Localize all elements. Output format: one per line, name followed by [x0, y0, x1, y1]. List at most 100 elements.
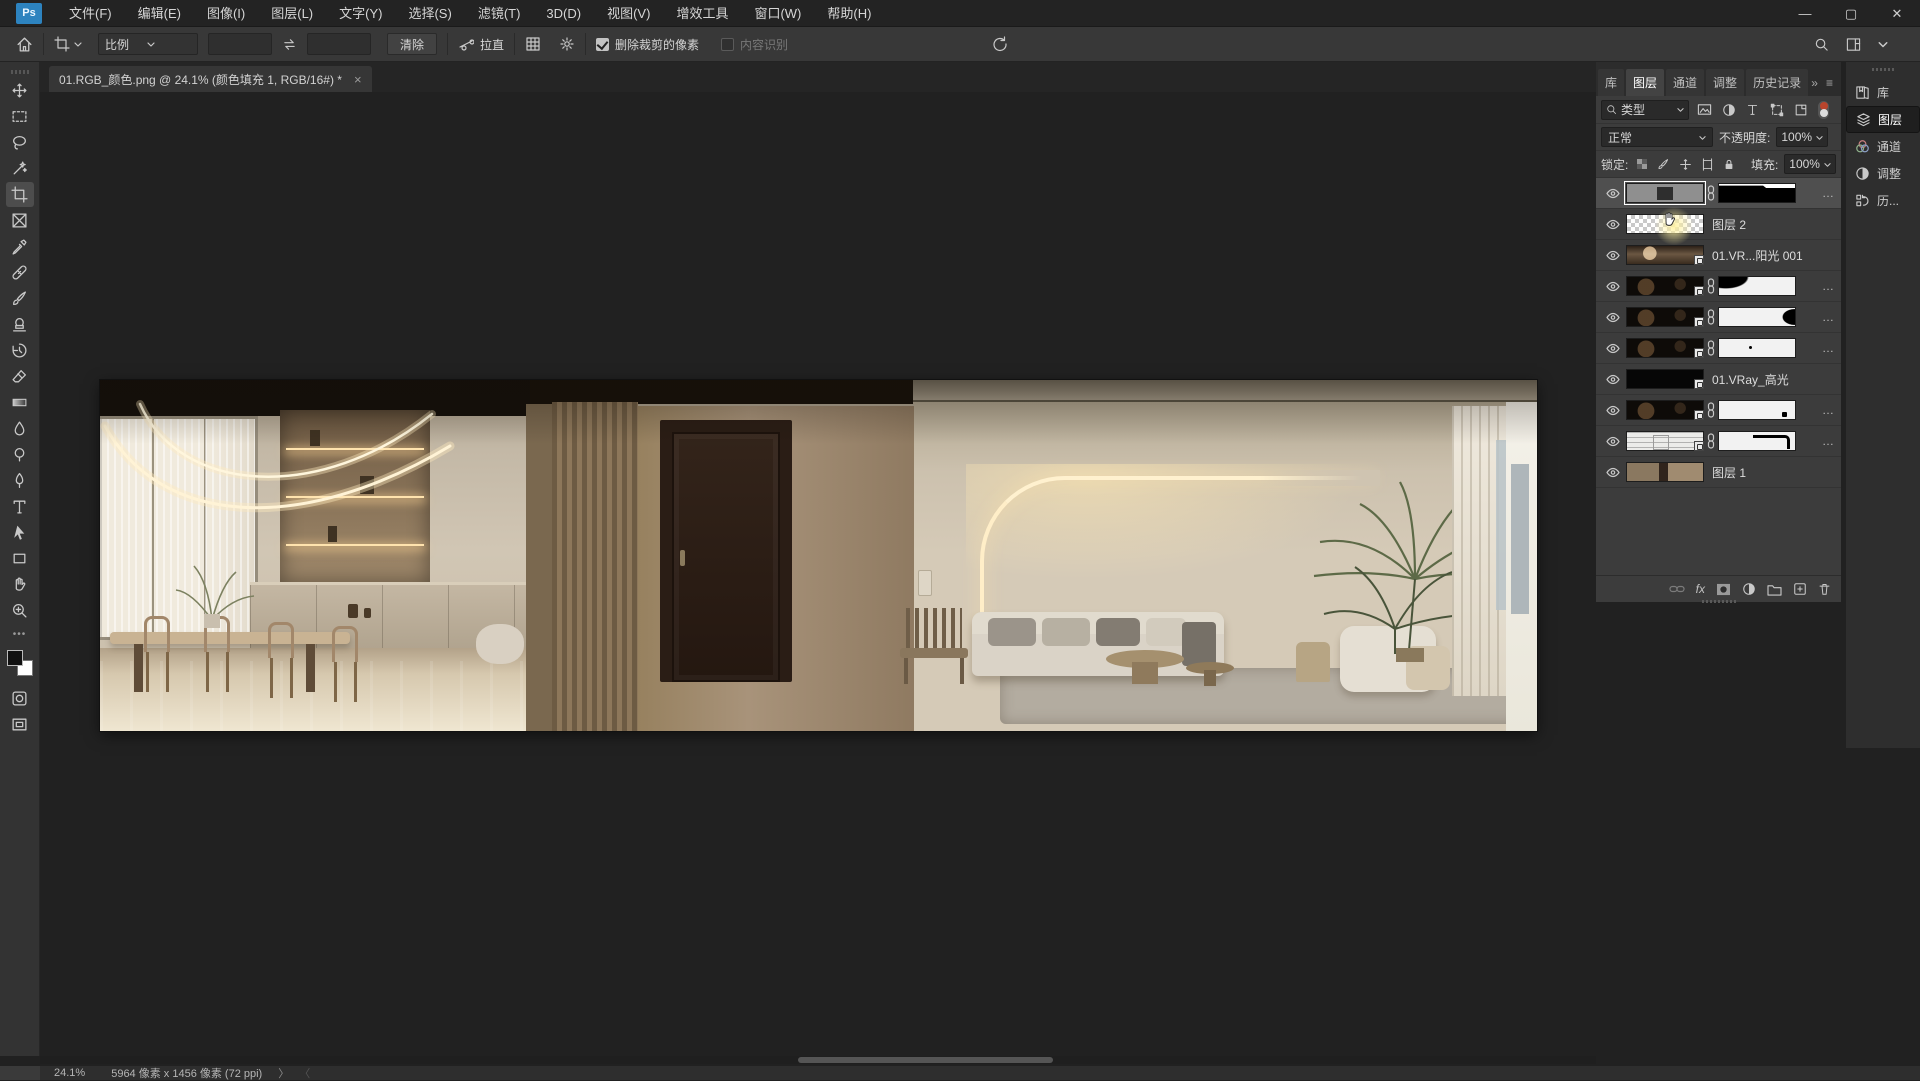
close-button[interactable]: ✕ — [1874, 0, 1920, 27]
layer-row[interactable]: … — [1596, 333, 1841, 364]
tab-history[interactable]: 历史记录 — [1746, 69, 1808, 96]
link-layers-icon[interactable] — [1669, 583, 1685, 595]
dock-libraries[interactable]: 库 — [1846, 79, 1920, 106]
tab-close-icon[interactable]: × — [354, 72, 362, 87]
lock-pixels-icon[interactable] — [1656, 156, 1672, 173]
panel-overflow-icon[interactable]: » — [1811, 76, 1818, 90]
menu-filter[interactable]: 滤镜(T) — [465, 0, 534, 27]
filter-adjustment-icon[interactable] — [1720, 101, 1737, 118]
menu-type[interactable]: 文字(Y) — [326, 0, 395, 27]
menu-3d[interactable]: 3D(D) — [533, 0, 594, 27]
menu-window[interactable]: 窗口(W) — [741, 0, 814, 27]
path-select-tool[interactable] — [6, 520, 34, 545]
zoom-level[interactable]: 24.1% — [54, 1067, 85, 1079]
scrollbar-thumb[interactable] — [798, 1057, 1053, 1063]
straighten-icon[interactable]: 拉直 — [458, 36, 504, 53]
minimize-button[interactable]: — — [1782, 0, 1828, 27]
workspace-icon[interactable] — [1846, 37, 1861, 52]
layer-row[interactable]: … — [1596, 271, 1841, 302]
menu-edit[interactable]: 编辑(E) — [125, 0, 194, 27]
layer-thumbnail[interactable] — [1626, 307, 1704, 327]
visibility-eye-icon[interactable] — [1600, 343, 1626, 354]
layer-mask-thumbnail[interactable] — [1718, 307, 1796, 327]
lock-transparency-icon[interactable] — [1634, 156, 1650, 173]
brush-tool[interactable] — [6, 286, 34, 311]
layer-row-color-fill[interactable]: … — [1596, 178, 1841, 209]
panel-menu-icon[interactable]: ≡ — [1826, 76, 1833, 90]
canvas-area[interactable] — [40, 92, 1596, 1056]
layer-thumbnail[interactable] — [1626, 276, 1704, 296]
crop-tool-icon[interactable] — [54, 36, 82, 52]
lasso-tool[interactable] — [6, 130, 34, 155]
menu-file[interactable]: 文件(F) — [56, 0, 125, 27]
move-tool[interactable] — [6, 78, 34, 103]
home-icon[interactable] — [16, 36, 33, 53]
tab-layers[interactable]: 图层 — [1626, 69, 1664, 96]
opacity-input[interactable]: 100% — [1776, 127, 1828, 147]
blend-mode-select[interactable]: 正常 — [1601, 127, 1713, 147]
add-mask-icon[interactable] — [1716, 583, 1731, 596]
crop-ratio-select[interactable]: 比例 — [98, 33, 198, 55]
visibility-eye-icon[interactable] — [1600, 188, 1626, 199]
menu-select[interactable]: 选择(S) — [395, 0, 464, 27]
filter-pixel-icon[interactable] — [1696, 101, 1713, 118]
quick-mask-icon[interactable] — [6, 686, 34, 711]
visibility-eye-icon[interactable] — [1600, 281, 1626, 292]
maximize-button[interactable]: ▢ — [1828, 0, 1874, 27]
delete-layer-trash-icon[interactable] — [1818, 582, 1831, 596]
filter-shape-icon[interactable] — [1768, 101, 1785, 118]
dock-history[interactable]: 历... — [1846, 187, 1920, 214]
layer-row-vray-highlight[interactable]: 01.VRay_高光 — [1596, 364, 1841, 395]
visibility-eye-icon[interactable] — [1600, 467, 1626, 478]
layer-row[interactable]: … — [1596, 395, 1841, 426]
tab-adjustments[interactable]: 调整 — [1706, 69, 1744, 96]
menu-image[interactable]: 图像(I) — [194, 0, 258, 27]
overlay-grid-icon[interactable] — [525, 36, 541, 52]
layer-row[interactable]: … — [1596, 426, 1841, 457]
menu-view[interactable]: 视图(V) — [594, 0, 663, 27]
dock-channels[interactable]: 通道 — [1846, 133, 1920, 160]
layer-mask-thumbnail[interactable] — [1718, 276, 1796, 296]
crop-tool[interactable] — [6, 182, 34, 207]
layer-row-layer1[interactable]: 图层 1 — [1596, 457, 1841, 488]
reset-icon[interactable] — [992, 36, 1008, 52]
layer-mask-thumbnail[interactable] — [1718, 431, 1796, 451]
gradient-tool[interactable] — [6, 390, 34, 415]
visibility-eye-icon[interactable] — [1600, 250, 1626, 261]
layer-thumbnail[interactable] — [1626, 462, 1704, 482]
menu-help[interactable]: 帮助(H) — [814, 0, 884, 27]
foreground-color-swatch[interactable] — [7, 650, 23, 666]
filter-toggle[interactable] — [1818, 101, 1829, 119]
dock-grip[interactable] — [1872, 68, 1894, 71]
lock-all-icon[interactable] — [1721, 156, 1737, 173]
swap-dimensions-icon[interactable] — [282, 37, 297, 52]
type-tool[interactable] — [6, 494, 34, 519]
clone-stamp-tool[interactable] — [6, 312, 34, 337]
color-swatches[interactable] — [7, 650, 33, 676]
layer-style-fx-icon[interactable]: fx — [1696, 582, 1705, 596]
dodge-tool[interactable] — [6, 442, 34, 467]
document-image[interactable] — [100, 380, 1537, 731]
history-brush-tool[interactable] — [6, 338, 34, 363]
layer-thumbnail[interactable] — [1626, 338, 1704, 358]
filter-type-icon[interactable] — [1744, 101, 1761, 118]
eyedropper-tool[interactable] — [6, 234, 34, 259]
crop-width-input[interactable] — [208, 33, 272, 55]
filter-type-select[interactable]: 类型 — [1601, 100, 1689, 120]
marquee-tool[interactable] — [6, 104, 34, 129]
crop-height-input[interactable] — [307, 33, 371, 55]
visibility-eye-icon[interactable] — [1600, 405, 1626, 416]
toolbar-more-icon[interactable]: ••• — [13, 629, 27, 640]
layer-thumbnail[interactable] — [1626, 214, 1704, 234]
crop-settings-gear-icon[interactable] — [559, 36, 575, 52]
layer-mask-thumbnail[interactable] — [1718, 183, 1796, 203]
visibility-eye-icon[interactable] — [1600, 312, 1626, 323]
visibility-eye-icon[interactable] — [1600, 374, 1626, 385]
content-aware-checkbox[interactable]: 内容识别 — [721, 36, 788, 53]
hand-tool[interactable] — [6, 572, 34, 597]
eraser-tool[interactable] — [6, 364, 34, 389]
lock-position-icon[interactable] — [1678, 156, 1694, 173]
document-tab[interactable]: 01.RGB_颜色.png @ 24.1% (颜色填充 1, RGB/16#) … — [49, 66, 372, 92]
layer-thumbnail[interactable] — [1626, 183, 1704, 203]
layer-thumbnail[interactable] — [1626, 400, 1704, 420]
